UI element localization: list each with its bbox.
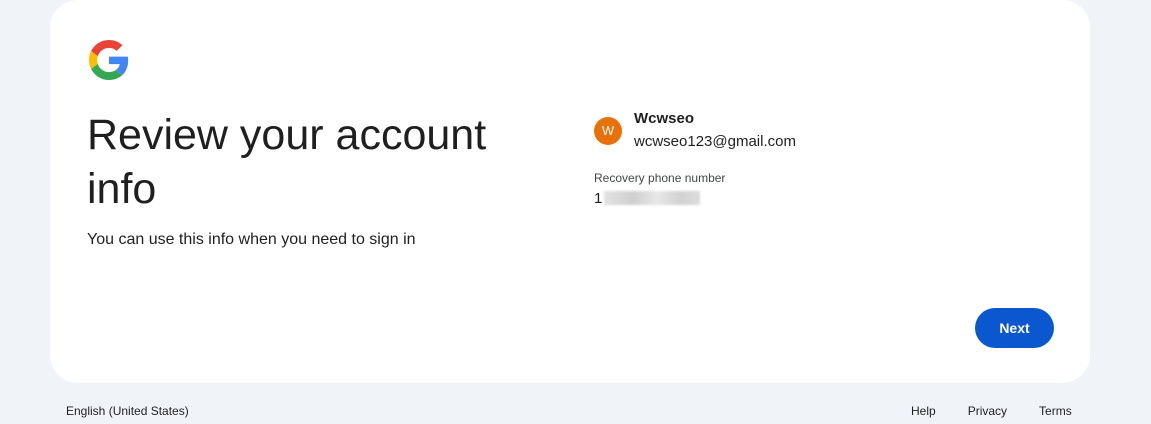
sign-in-card: Review your account info You can use thi… xyxy=(50,0,1090,383)
account-details: Wcwseo wcwseo123@gmail.com xyxy=(634,108,796,153)
recovery-phone-visible-digit: 1 xyxy=(594,189,603,207)
account-name: Wcwseo xyxy=(634,110,695,127)
avatar: W xyxy=(594,117,622,145)
account-chip: W Wcwseo wcwseo123@gmail.com xyxy=(594,108,796,153)
footer: English (United States) Help Privacy Ter… xyxy=(0,404,1151,424)
footer-link-terms[interactable]: Terms xyxy=(1039,404,1072,418)
footer-links: Help Privacy Terms xyxy=(911,404,1072,418)
next-button[interactable]: Next xyxy=(975,308,1054,348)
footer-link-privacy[interactable]: Privacy xyxy=(968,404,1007,418)
language-selector[interactable]: English (United States) xyxy=(66,404,189,418)
account-email: wcwseo123@gmail.com xyxy=(634,133,796,150)
google-logo-icon xyxy=(89,40,129,80)
page-subtitle: You can use this info when you need to s… xyxy=(87,231,416,248)
recovery-phone-label: Recovery phone number xyxy=(594,171,726,185)
recovery-phone-value: 1 xyxy=(594,189,701,207)
page-title: Review your account info xyxy=(87,111,487,213)
footer-link-help[interactable]: Help xyxy=(911,404,936,418)
redacted-phone-blur xyxy=(604,191,701,205)
